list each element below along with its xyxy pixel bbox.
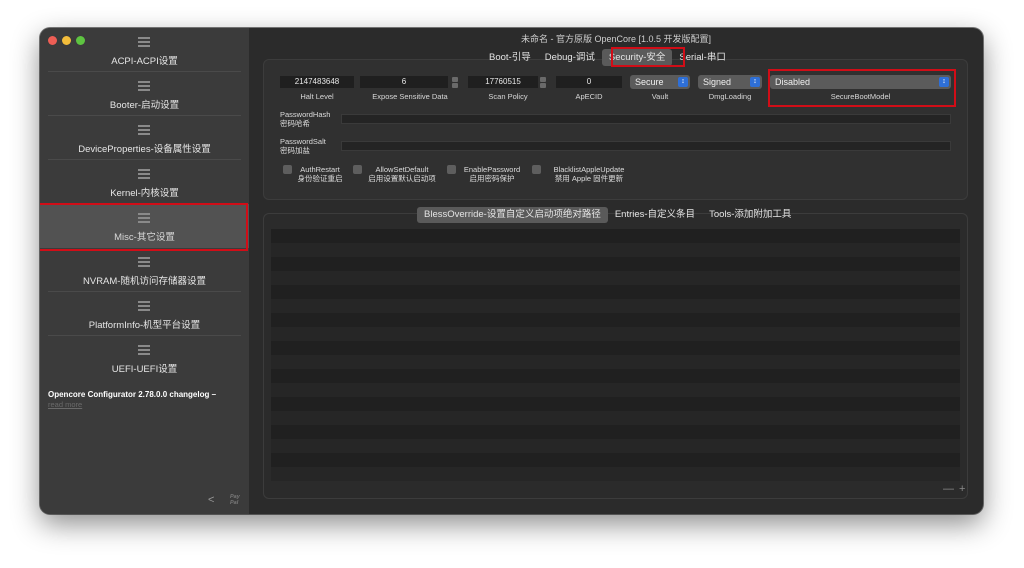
- sidebar: ACPI-ACPI设置 Booter-启动设置 DeviceProperties…: [40, 28, 249, 514]
- app-window: ACPI-ACPI设置 Booter-启动设置 DeviceProperties…: [40, 28, 983, 514]
- sidebar-item-misc[interactable]: Misc-其它设置: [40, 204, 249, 248]
- list-icon: [138, 125, 150, 135]
- sidebar-item-label: Misc-其它设置: [114, 232, 175, 243]
- sidebar-item-uefi[interactable]: UEFI-UEFI设置: [40, 336, 249, 380]
- add-remove-buttons[interactable]: — +: [943, 483, 966, 495]
- list-icon: [138, 37, 150, 47]
- sidebar-item-label: UEFI-UEFI设置: [111, 364, 178, 375]
- dmgloading-label: DmgLoading: [708, 92, 752, 101]
- tab-debug[interactable]: Debug-调试: [538, 49, 602, 66]
- list-icon: [138, 81, 150, 91]
- authrestart-checkbox[interactable]: [283, 165, 292, 174]
- table-row[interactable]: [271, 369, 960, 383]
- table-row[interactable]: [271, 299, 960, 313]
- authrestart-label: AuthRestart 身份验证重启: [297, 165, 343, 183]
- sidebar-item-label: Kernel-内核设置: [110, 188, 179, 199]
- table-row[interactable]: [271, 411, 960, 425]
- table-row[interactable]: [271, 243, 960, 257]
- passwordsalt-label: PasswordSalt 密码加盐: [280, 137, 326, 155]
- halt-level-field[interactable]: 2147483648: [280, 76, 354, 88]
- table-row[interactable]: [271, 327, 960, 341]
- window-title: 未命名 - 官方原版 OpenCore [1.0.5 开发版配置]: [520, 34, 712, 44]
- securebootmodel-popup[interactable]: Disabled ↕: [770, 75, 951, 89]
- list-icon: [138, 169, 150, 179]
- allowsetdefault-checkbox[interactable]: [353, 165, 362, 174]
- chevron-updown-icon: ↕: [750, 77, 760, 87]
- expose-sensitive-data-field[interactable]: 6: [360, 76, 448, 88]
- sidebar-item-label: PlatformInfo-机型平台设置: [88, 320, 201, 331]
- halt-level-label: Halt Level: [300, 92, 334, 101]
- allowsetdefault-label: AllowSetDefault 启用设置默认启动项: [368, 165, 436, 183]
- sidebar-item-nvram[interactable]: NVRAM-随机访问存储器设置: [40, 248, 249, 292]
- expose-sensitive-data-label: Expose Sensitive Data: [372, 92, 448, 101]
- table-row[interactable]: [271, 313, 960, 327]
- table-row[interactable]: [271, 383, 960, 397]
- scan-policy-label: Scan Policy: [488, 92, 528, 101]
- tab-boot[interactable]: Boot-引导: [482, 49, 538, 66]
- scan-policy-stepper[interactable]: [539, 76, 547, 88]
- sidebar-item-platforminfo[interactable]: PlatformInfo-机型平台设置: [40, 292, 249, 336]
- apecid-field[interactable]: 0: [556, 76, 622, 88]
- changelog-text: Opencore Configurator 2.78.0.0 changelog…: [48, 390, 217, 399]
- tab-entries[interactable]: Entries-自定义条目: [608, 207, 702, 223]
- sidebar-item-label: NVRAM-随机访问存储器设置: [83, 276, 206, 287]
- securebootmodel-label: SecureBootModel: [830, 92, 891, 101]
- tab-security[interactable]: Security-安全: [601, 49, 673, 66]
- sidebar-item-label: ACPI-ACPI设置: [111, 56, 178, 67]
- list-icon: [138, 345, 150, 355]
- table-row[interactable]: [271, 229, 960, 243]
- securebootmodel-value: Disabled: [775, 77, 811, 87]
- sidebar-item-kernel[interactable]: Kernel-内核设置: [40, 160, 249, 204]
- blacklistappleupdate-checkbox[interactable]: [532, 165, 541, 174]
- tab-serial[interactable]: Serial-串口: [672, 49, 732, 66]
- vault-popup[interactable]: Secure ↕: [630, 75, 690, 89]
- table-row[interactable]: [271, 271, 960, 285]
- expose-sensitive-data-stepper[interactable]: [451, 76, 459, 88]
- tab-blessoverride[interactable]: BlessOverride-设置自定义启动项绝对路径: [417, 207, 608, 223]
- tab-bar: Boot-引导 Debug-调试 Security-安全 Serial-串口: [482, 49, 733, 66]
- dmgloading-popup[interactable]: Signed ↕: [698, 75, 762, 89]
- chevron-updown-icon: ↕: [939, 77, 949, 87]
- vault-label: Vault: [651, 92, 669, 101]
- passwordhash-field[interactable]: [341, 114, 951, 124]
- table-row[interactable]: [271, 467, 960, 481]
- list-icon: [138, 213, 150, 223]
- blacklistappleupdate-label: BlacklistAppleUpdate 禁用 Apple 固件更新: [553, 165, 625, 183]
- list-icon: [138, 257, 150, 267]
- chevron-updown-icon: ↕: [678, 77, 688, 87]
- sidebar-item-deviceproperties[interactable]: DeviceProperties-设备属性设置: [40, 116, 249, 160]
- sidebar-item-label: Booter-启动设置: [109, 100, 180, 111]
- apecid-label: ApECID: [575, 92, 603, 101]
- table-row[interactable]: [271, 285, 960, 299]
- table-row[interactable]: [271, 397, 960, 411]
- list-icon: [138, 301, 150, 311]
- paypal-icon[interactable]: Pay Pal: [230, 494, 249, 506]
- share-icon[interactable]: <: [208, 494, 214, 506]
- table-row[interactable]: [271, 341, 960, 355]
- read-more-link[interactable]: read more: [48, 400, 82, 409]
- table-row[interactable]: [271, 453, 960, 467]
- tab-tools[interactable]: Tools-添加附加工具: [702, 207, 798, 223]
- enablepassword-checkbox[interactable]: [447, 165, 456, 174]
- sidebar-item-booter[interactable]: Booter-启动设置: [40, 72, 249, 116]
- sidebar-item-acpi[interactable]: ACPI-ACPI设置: [40, 28, 249, 72]
- lower-tab-bar: BlessOverride-设置自定义启动项绝对路径 Entries-自定义条目…: [417, 207, 798, 223]
- table-row[interactable]: [271, 439, 960, 453]
- passwordhash-label: PasswordHash 密码哈希: [280, 110, 331, 128]
- table-row[interactable]: [271, 355, 960, 369]
- enablepassword-label: EnablePassword 启用密码保护: [463, 165, 521, 183]
- table-row[interactable]: [271, 257, 960, 271]
- passwordsalt-field[interactable]: [341, 141, 951, 151]
- dmgloading-value: Signed: [703, 77, 732, 87]
- scan-policy-field[interactable]: 17760515: [468, 76, 538, 88]
- table-row[interactable]: [271, 425, 960, 439]
- vault-value: Secure: [635, 77, 664, 87]
- sidebar-item-label: DeviceProperties-设备属性设置: [78, 144, 211, 155]
